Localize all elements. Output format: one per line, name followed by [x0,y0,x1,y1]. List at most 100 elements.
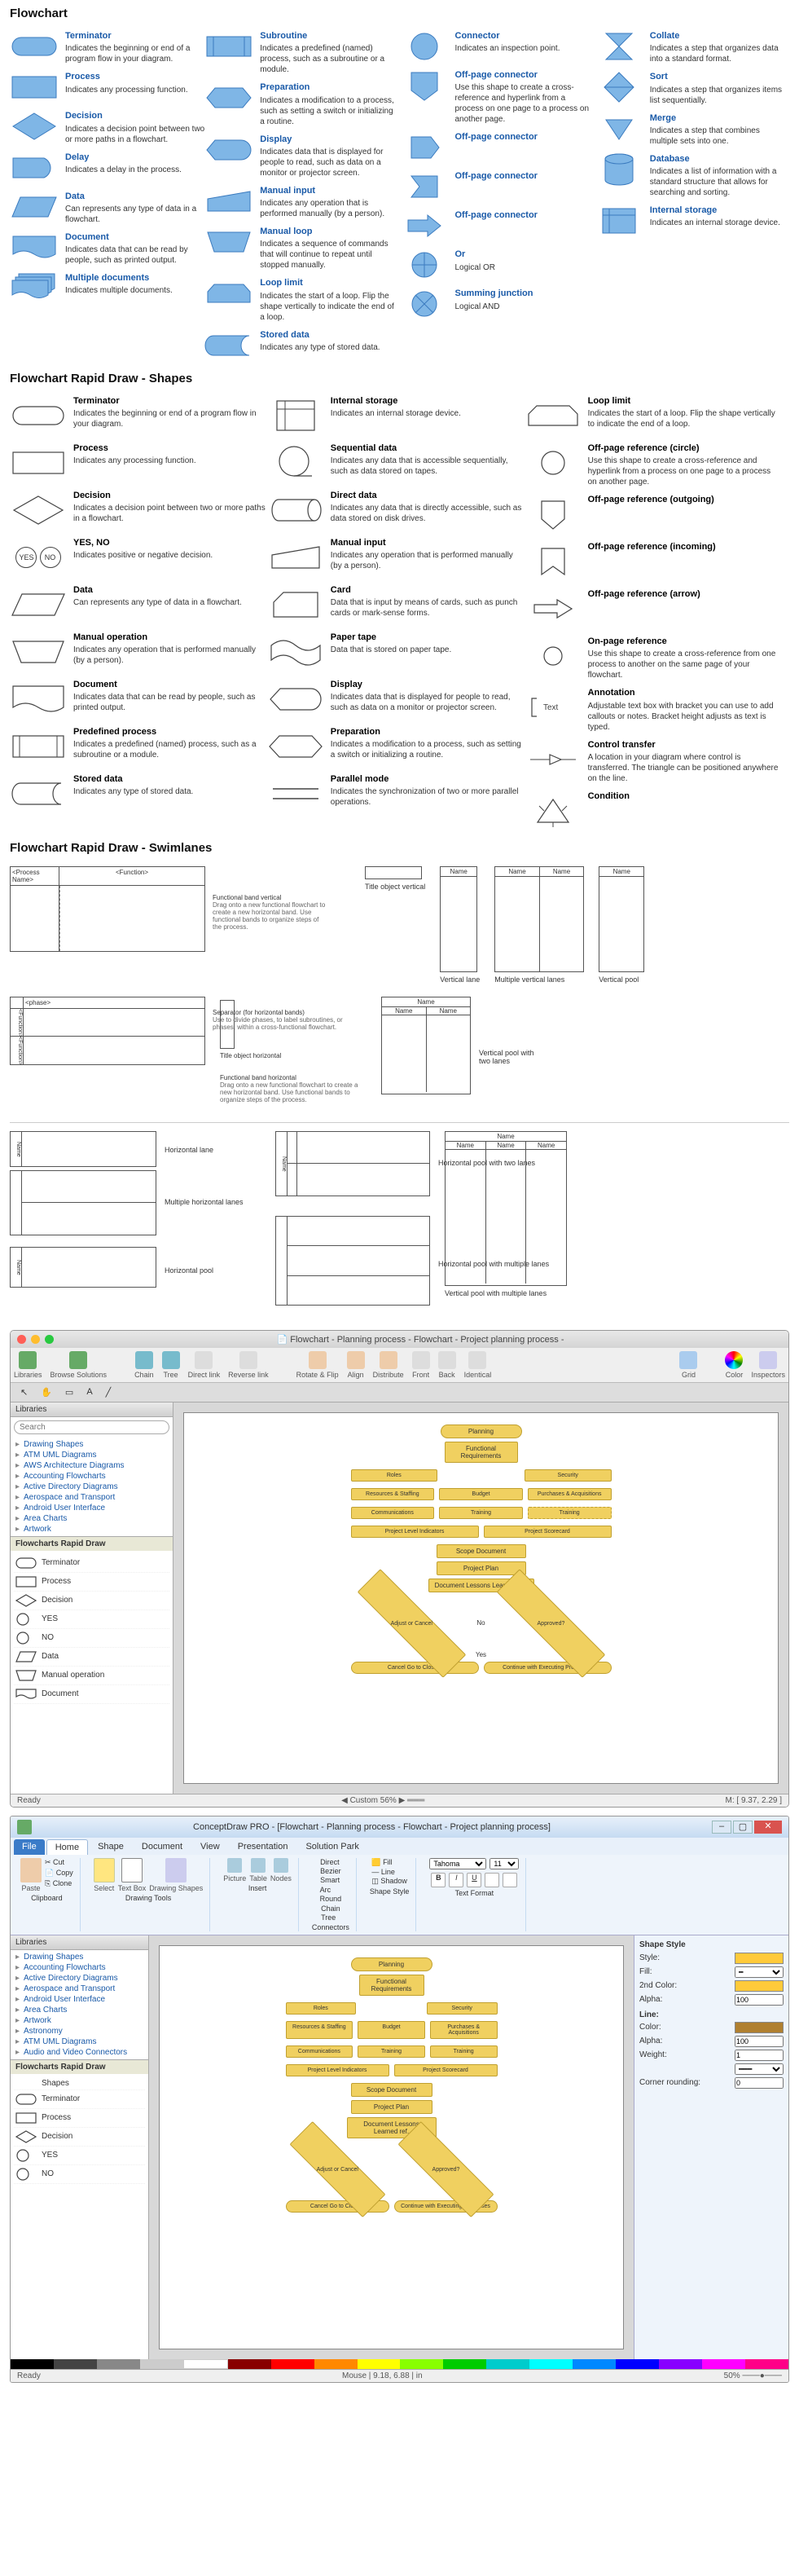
flow-node[interactable]: Functional Requirements [445,1442,518,1463]
picture-button[interactable]: Picture [223,1858,246,1882]
flow-node[interactable]: Budget [439,1488,523,1500]
flow-node[interactable]: Training [439,1507,523,1519]
flow-node[interactable]: Functional Requirements [359,1975,424,1996]
tree-item[interactable]: ▸Artwork [14,2015,145,2026]
flow-node[interactable]: Project Scorecard [484,1526,612,1538]
tree-item[interactable]: ▸Audio and Video Connectors [14,2047,145,2058]
underline-icon[interactable]: U [467,1873,481,1887]
tb-align[interactable]: Align [347,1351,365,1379]
style-swatch[interactable] [735,1953,784,1964]
flow-node[interactable]: Planning [441,1425,522,1438]
copy-button[interactable]: 📄 Copy [45,1869,73,1878]
shape-item[interactable]: Data [14,1648,169,1667]
line-alpha-input[interactable] [735,2036,784,2047]
tab-presentation[interactable]: Presentation [230,1839,296,1855]
flow-node[interactable]: Cancel Go to Closing [351,1662,479,1674]
conn-round[interactable]: Round [320,1895,342,1903]
shape-item[interactable]: Terminator [14,2090,145,2109]
zoom-level[interactable]: 50% [724,2371,740,2380]
tb-chain[interactable]: Chain [134,1351,154,1379]
tab-file[interactable]: File [14,1839,45,1855]
tb-rotate[interactable]: Rotate & Flip [296,1351,339,1379]
flow-node[interactable]: Purchases & Acquisitions [430,2021,498,2039]
canvas[interactable]: Planning Functional Requirements RolesSe… [159,1945,624,2349]
tool-line-icon[interactable]: ╱ [101,1385,116,1399]
tree-item[interactable]: ▸Astronomy [14,2026,145,2037]
flow-node[interactable]: Resources & Staffing [351,1488,435,1500]
color2-swatch[interactable] [735,1980,784,1992]
conn-chain[interactable]: Chain [321,1904,340,1913]
paste-button[interactable]: Paste [20,1858,42,1892]
flow-node[interactable]: Training [430,2045,498,2058]
textbox-button[interactable]: Text Box [118,1858,147,1892]
flow-node[interactable]: Security [427,2002,498,2015]
shapes-panel-head[interactable]: Flowcharts Rapid Draw [11,1537,173,1551]
shape-item[interactable]: Manual operation [14,1667,169,1685]
cut-button[interactable]: ✂ Cut [45,1858,73,1867]
flow-node[interactable]: Scope Document [351,2083,432,2097]
minimize-icon[interactable]: – [712,1821,731,1834]
tree-item[interactable]: ▸Aerospace and Transport [14,1492,169,1503]
tool-arrow-icon[interactable]: ↖ [15,1385,33,1399]
flow-node[interactable]: Communications [351,1507,435,1519]
flow-node[interactable]: Communications [286,2045,353,2058]
flow-node[interactable]: Security [525,1469,612,1482]
fill-select[interactable]: ━ [735,1966,784,1978]
tree-item[interactable]: ▸Artwork [14,1524,169,1535]
shape-item[interactable]: Decision [14,2128,145,2147]
close-icon[interactable] [17,1335,26,1344]
flow-node[interactable]: Project Level Indicators [286,2064,389,2076]
shape-item[interactable]: Shapes [14,2077,145,2090]
line-button[interactable]: ― Line [371,1868,407,1876]
tab-solutionpark[interactable]: Solution Park [297,1839,367,1855]
bold-icon[interactable]: B [431,1873,446,1887]
search-input[interactable] [14,1420,169,1434]
canvas[interactable]: Planning Functional Requirements Roles Se… [183,1412,779,1784]
tb-front[interactable]: Front [412,1351,430,1379]
maximize-icon[interactable] [45,1335,54,1344]
tool-rect-icon[interactable]: ▭ [60,1385,78,1399]
zoom-level[interactable]: Custom 56% [350,1796,397,1805]
tree-item[interactable]: ▸Drawing Shapes [14,1952,145,1962]
tree-item[interactable]: ▸Area Charts [14,2005,145,2015]
shadow-button[interactable]: ◫ Shadow [371,1877,407,1886]
shape-item[interactable]: YES [14,2147,145,2165]
align-left-icon[interactable] [485,1873,499,1887]
tree-item[interactable]: ▸Accounting Flowcharts [14,1471,169,1482]
shapes-panel-head[interactable]: Flowcharts Rapid Draw [11,2060,148,2074]
tree-item[interactable]: ▸Accounting Flowcharts [14,1962,145,1973]
shape-item[interactable]: Terminator [14,1554,169,1573]
tool-hand-icon[interactable]: ✋ [36,1385,57,1399]
maximize-icon[interactable]: ▢ [733,1821,753,1834]
conn-direct[interactable]: Direct [320,1858,341,1866]
conn-bezier[interactable]: Bezier [320,1867,341,1875]
color-strip[interactable] [11,2359,788,2369]
shape-item[interactable]: Document [14,1685,169,1704]
align-center-icon[interactable] [503,1873,517,1887]
flow-node[interactable]: Project Plan [351,2100,432,2114]
tb-color[interactable]: Color [725,1351,743,1379]
tab-document[interactable]: Document [134,1839,191,1855]
tree-item[interactable]: ▸Active Directory Diagrams [14,1482,169,1492]
font-select[interactable]: Tahoma [429,1858,486,1869]
tree-item[interactable]: ▸ATM UML Diagrams [14,2037,145,2047]
tree-item[interactable]: ▸Drawing Shapes [14,1439,169,1450]
tree-item[interactable]: ▸Area Charts [14,1513,169,1524]
tree-item[interactable]: ▸Active Directory Diagrams [14,1973,145,1984]
minimize-icon[interactable] [31,1335,40,1344]
flow-node[interactable]: Training [358,2045,425,2058]
nodes-button[interactable]: Nodes [270,1858,292,1882]
flow-node[interactable]: Training [528,1507,612,1519]
tb-libraries[interactable]: Libraries [14,1351,42,1379]
tree-item[interactable]: ▸AWS Architecture Diagrams [14,1460,169,1471]
tb-inspectors[interactable]: Inspectors [751,1351,785,1379]
flow-node[interactable]: Scope Document [437,1544,526,1558]
tb-identical[interactable]: Identical [464,1351,492,1379]
flow-node[interactable]: Roles [351,1469,438,1482]
tab-view[interactable]: View [192,1839,228,1855]
corner-input[interactable] [735,2077,784,2089]
flow-node[interactable]: Budget [358,2021,425,2039]
tab-home[interactable]: Home [46,1839,88,1855]
shape-item[interactable]: Decision [14,1592,169,1610]
tb-browse[interactable]: Browse Solutions [50,1351,108,1379]
